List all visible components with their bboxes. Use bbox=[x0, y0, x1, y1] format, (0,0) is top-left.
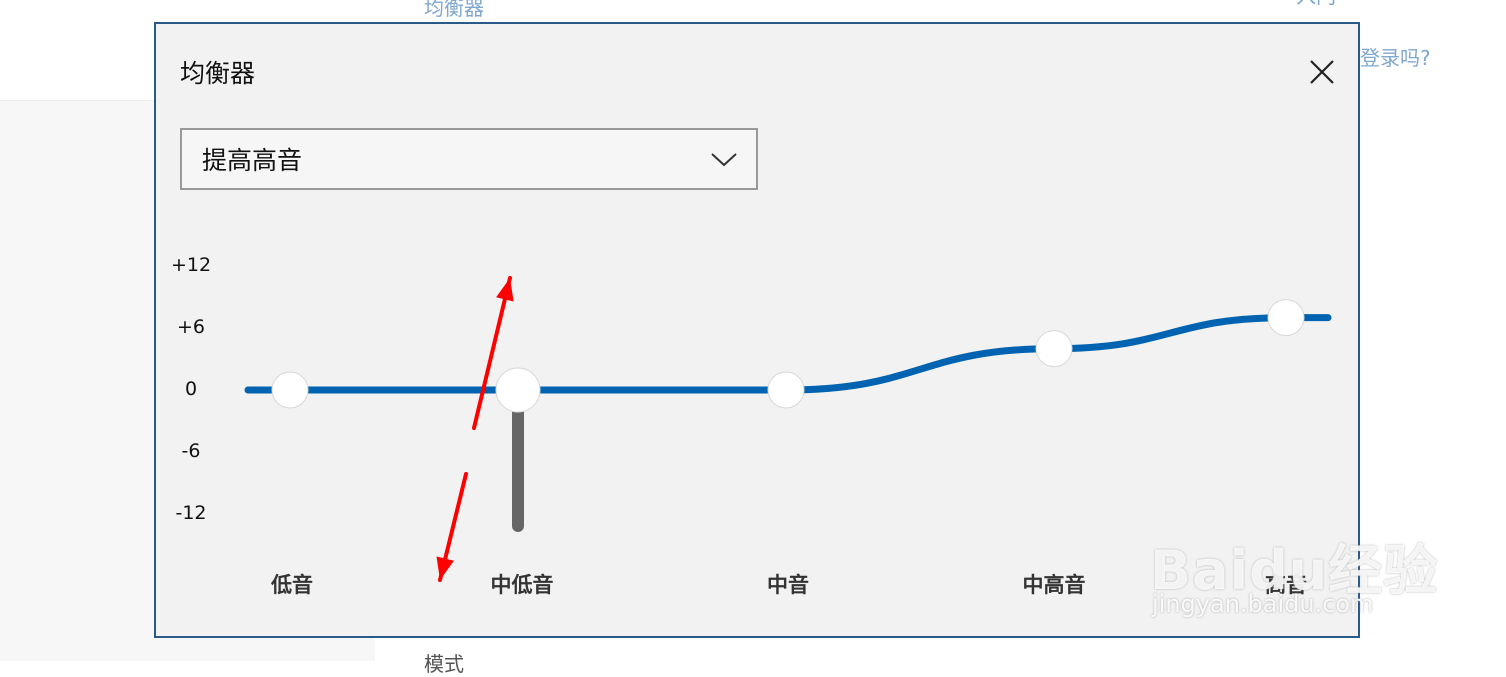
band-label-treble: 高音 bbox=[1265, 573, 1307, 597]
equalizer-graph bbox=[244, 276, 1332, 582]
annotation-arrow-down bbox=[436, 472, 468, 582]
band-slider-handle[interactable] bbox=[1267, 299, 1305, 337]
background-equalizer-link: 均衡器 bbox=[424, 0, 484, 20]
equalizer-dialog: 均衡器 提高高音 +12 +6 0 -6 -12 低音 中低音 中音 中高音 高… bbox=[154, 22, 1360, 638]
band-slider-handle[interactable] bbox=[271, 371, 309, 409]
band-label-low-mid: 中低音 bbox=[490, 573, 554, 597]
band-label-high-mid: 中高音 bbox=[1022, 573, 1086, 597]
band-label-bass: 低音 bbox=[271, 573, 313, 597]
band-slider-handle[interactable] bbox=[767, 371, 805, 409]
background-bottom-text: 模式 bbox=[424, 652, 464, 676]
background-top-right-text: 入门 bbox=[1296, 0, 1336, 9]
band-slider-handle[interactable] bbox=[495, 367, 541, 413]
band-label-mid: 中音 bbox=[767, 573, 809, 597]
background-login-link: 登录吗? bbox=[1360, 46, 1431, 70]
band-slider-handle[interactable] bbox=[1035, 330, 1073, 368]
